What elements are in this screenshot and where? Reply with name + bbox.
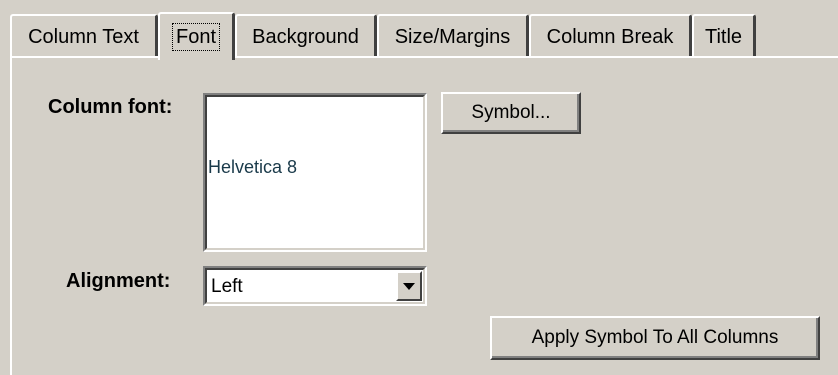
tab-column-text[interactable]: Column Text [10,14,158,58]
tab-column-break[interactable]: Column Break [529,14,692,58]
active-tab-gap [160,56,230,58]
column-properties-dialog: Column Text Font Background Size/Margins… [0,0,838,375]
alignment-dropdown-button[interactable] [396,271,422,301]
tab-font-label: Font [171,23,221,51]
tab-size-margins-label: Size/Margins [394,25,511,48]
tab-panel-border-left [10,56,12,375]
tab-size-margins[interactable]: Size/Margins [377,14,529,58]
tab-background[interactable]: Background [235,14,377,58]
tab-title[interactable]: Title [692,14,756,58]
font-sample-text: Helvetica 8 [208,157,298,177]
column-font-sample-box[interactable]: Helvetica 8 [203,93,427,252]
tab-column-text-label: Column Text [28,25,139,48]
tab-font[interactable]: Font [158,12,235,60]
alignment-select-value: Left [211,276,243,297]
chevron-down-icon [403,282,415,290]
apply-symbol-all-columns-button[interactable]: Apply Symbol To All Columns [490,316,820,360]
alignment-select[interactable]: Left [203,266,427,306]
tab-background-label: Background [252,25,359,48]
column-font-label: Column font: [48,96,173,118]
alignment-label: Alignment: [66,270,171,292]
tab-panel-border-top [10,56,838,58]
tab-title-label: Title [704,25,743,48]
tab-column-break-label: Column Break [546,25,674,48]
symbol-button[interactable]: Symbol... [441,92,581,134]
